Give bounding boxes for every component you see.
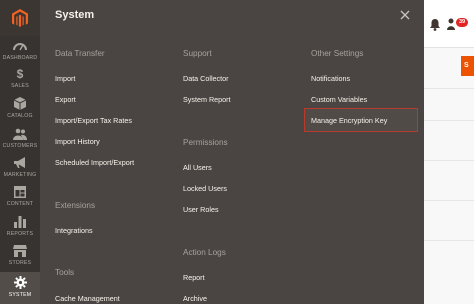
sidebar-item-label: CUSTOMERS bbox=[2, 143, 38, 149]
layout-icon bbox=[14, 184, 26, 199]
divider bbox=[424, 120, 474, 121]
sidebar-item-marketing[interactable]: MARKETING bbox=[0, 155, 40, 183]
menu-link-locked-users[interactable]: Locked Users bbox=[183, 184, 227, 193]
menu-link-all-users[interactable]: All Users bbox=[183, 163, 212, 172]
sidebar-item-label: SYSTEM bbox=[8, 292, 32, 298]
admin-sidebar: DASHBOARD $ SALES CATALOG CUSTOMERS MARK… bbox=[0, 0, 40, 304]
close-icon bbox=[400, 10, 410, 20]
magento-logo[interactable] bbox=[0, 0, 40, 36]
divider bbox=[424, 240, 474, 241]
megaphone-icon bbox=[13, 155, 27, 170]
sidebar-item-label: SALES bbox=[11, 83, 29, 89]
sidebar-item-reports[interactable]: REPORTS bbox=[0, 214, 40, 242]
close-button[interactable] bbox=[396, 6, 414, 24]
menu-link-export[interactable]: Export bbox=[55, 95, 76, 104]
menu-link-report[interactable]: Report bbox=[183, 273, 205, 282]
menu-link-import[interactable]: Import bbox=[55, 74, 75, 83]
menu-link-scheduled-import-export[interactable]: Scheduled Import/Export bbox=[55, 158, 134, 167]
section-title-extensions: Extensions bbox=[55, 201, 96, 210]
magento-logo-icon bbox=[12, 8, 28, 27]
divider bbox=[424, 88, 474, 89]
user-icon[interactable] bbox=[447, 18, 455, 30]
sidebar-item-system[interactable]: SYSTEM bbox=[0, 272, 40, 304]
menu-link-notifications[interactable]: Notifications bbox=[311, 74, 350, 83]
sidebar-item-dashboard[interactable]: DASHBOARD bbox=[0, 38, 40, 66]
sidebar-item-customers[interactable]: CUSTOMERS bbox=[0, 126, 40, 154]
menu-link-integrations[interactable]: Integrations bbox=[55, 226, 93, 235]
section-title-support: Support bbox=[183, 49, 212, 58]
menu-link-data-collector[interactable]: Data Collector bbox=[183, 74, 229, 83]
sidebar-item-label: MARKETING bbox=[3, 172, 37, 178]
divider bbox=[424, 200, 474, 201]
menu-link-import-history[interactable]: Import History bbox=[55, 137, 100, 146]
gear-icon bbox=[13, 275, 27, 290]
sidebar-item-stores[interactable]: STORES bbox=[0, 243, 40, 271]
dashboard-icon bbox=[13, 38, 27, 53]
notification-badge: 39 bbox=[456, 18, 468, 27]
sidebar-item-label: REPORTS bbox=[6, 231, 34, 237]
sidebar-item-label: DASHBOARD bbox=[2, 55, 38, 61]
dollar-icon: $ bbox=[16, 66, 24, 81]
section-title-tools: Tools bbox=[55, 268, 75, 277]
sidebar-item-content[interactable]: CONTENT bbox=[0, 184, 40, 212]
bar-chart-icon bbox=[14, 214, 26, 229]
panel-title: System bbox=[55, 9, 95, 21]
menu-link-custom-variables[interactable]: Custom Variables bbox=[311, 95, 367, 104]
section-title-action-logs: Action Logs bbox=[183, 248, 226, 257]
sidebar-item-sales[interactable]: $ SALES bbox=[0, 66, 40, 94]
sidebar-item-label: CATALOG bbox=[7, 113, 33, 119]
menu-link-manage-encryption-key[interactable]: Manage Encryption Key bbox=[311, 116, 387, 125]
box-icon bbox=[14, 96, 26, 111]
section-title-permissions: Permissions bbox=[183, 138, 228, 147]
menu-link-system-report[interactable]: System Report bbox=[183, 95, 231, 104]
sidebar-item-label: STORES bbox=[8, 260, 32, 266]
menu-link-import-export-tax-rates[interactable]: Import/Export Tax Rates bbox=[55, 116, 132, 125]
divider bbox=[424, 160, 474, 161]
sidebar-item-label: CONTENT bbox=[6, 201, 34, 207]
menu-link-cache-management[interactable]: Cache Management bbox=[55, 294, 120, 303]
menu-link-archive[interactable]: Archive bbox=[183, 294, 207, 303]
system-menu-panel: System Data Transfer Import Export Impor… bbox=[40, 0, 424, 304]
people-icon bbox=[13, 126, 27, 141]
section-title-data-transfer: Data Transfer bbox=[55, 49, 105, 58]
section-title-other-settings: Other Settings bbox=[311, 49, 364, 58]
bell-icon[interactable] bbox=[428, 18, 442, 32]
menu-link-user-roles[interactable]: User Roles bbox=[183, 205, 219, 214]
primary-action-button[interactable]: S bbox=[461, 56, 474, 76]
store-icon bbox=[13, 243, 27, 258]
sidebar-item-catalog[interactable]: CATALOG bbox=[0, 96, 40, 124]
